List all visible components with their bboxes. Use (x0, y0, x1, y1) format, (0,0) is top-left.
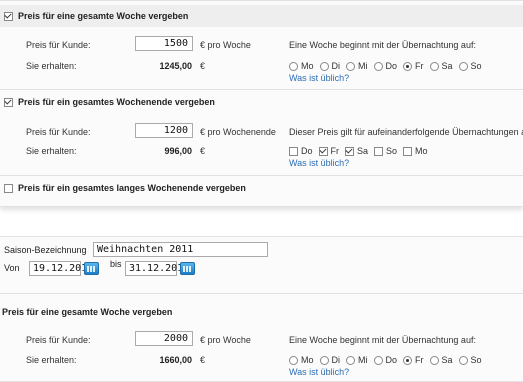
weekend-price-header[interactable]: Preis für ein gesamtes Wochenende vergeb… (0, 91, 523, 113)
checkbox-icon[interactable] (289, 146, 298, 156)
season-week-day-sa[interactable]: Sa (429, 355, 453, 365)
long-weekend-price-header[interactable]: Preis für ein gesamtes langes Wochenende… (0, 177, 523, 199)
radio-icon[interactable] (373, 355, 383, 365)
season-week-price-input[interactable]: 2000 (135, 331, 193, 346)
season-week-price-label: Preis für Kunde: (26, 335, 91, 345)
week-price-input[interactable]: 1500 (135, 36, 193, 51)
week-start-day-radios: Mo Di Mi Do Fr Sa So (289, 61, 488, 71)
radio-selected-icon[interactable] (403, 61, 413, 71)
section-divider (0, 89, 523, 90)
radio-icon[interactable] (373, 61, 383, 71)
weekend-receive-label: Sie erhalten: (26, 146, 77, 156)
radio-icon[interactable] (289, 61, 298, 71)
season-to-label: bis (110, 259, 122, 269)
weekend-receive-unit: € (200, 146, 206, 156)
week-receive-label: Sie erhalten: (26, 61, 77, 71)
long-weekend-price-title: Preis für ein gesamtes langes Wochenende… (18, 183, 246, 193)
weekend-hint-link[interactable]: Was ist üblich? (289, 158, 349, 168)
week-day-mo[interactable]: Mo (289, 61, 314, 71)
season-to-input[interactable]: 31.12.2011 (125, 261, 189, 276)
season-week-day-di[interactable]: Di (319, 355, 340, 365)
season-week-day-do[interactable]: Do (373, 355, 397, 365)
weekend-day-sa[interactable]: Sa (345, 146, 368, 156)
price-options-card: Preis für eine gesamte Woche vergeben Pr… (0, 0, 523, 207)
season-name-input[interactable]: Weihnachten 2011 (93, 242, 268, 257)
radio-icon[interactable] (346, 61, 356, 71)
season-week-day-mo[interactable]: Mo (289, 355, 314, 365)
season-week-day-fr[interactable]: Fr (403, 355, 424, 365)
season-week-receive-label: Sie erhalten: (26, 355, 77, 365)
season-from-input[interactable]: 19.12.2011 (29, 261, 93, 276)
week-receive-unit: € (200, 61, 206, 71)
season-week-price-title: Preis für eine gesamte Woche vergeben (2, 307, 173, 317)
week-price-header[interactable]: Preis für eine gesamte Woche vergeben (0, 5, 523, 27)
week-day-di[interactable]: Di (319, 61, 340, 71)
weekend-receive-value: 996,00 (164, 146, 192, 156)
radio-icon[interactable] (458, 61, 468, 71)
weekend-note: Dieser Preis gilt für aufeinanderfolgend… (289, 127, 523, 137)
radio-icon[interactable] (429, 355, 439, 365)
week-day-sa[interactable]: Sa (429, 61, 453, 71)
season-week-day-mi[interactable]: Mi (346, 355, 368, 365)
season-week-receive-value: 1660,00 (159, 355, 192, 365)
week-price-unit: € pro Woche (200, 40, 251, 50)
season-from-label: Von (4, 263, 20, 273)
week-hint-link[interactable]: Was ist üblich? (289, 73, 349, 83)
season-week-price-header: Preis für eine gesamte Woche vergeben (2, 301, 523, 323)
week-start-note: Eine Woche beginnt mit der Übernachtung … (289, 40, 476, 50)
section-divider (0, 175, 523, 176)
checkbox-icon[interactable] (403, 146, 413, 156)
weekend-day-checkboxes: Do Fr Sa So Mo (289, 146, 434, 156)
week-day-so[interactable]: So (458, 61, 482, 71)
season-week-hint-link[interactable]: Was ist üblich? (289, 367, 349, 377)
season-week-receive-unit: € (200, 355, 206, 365)
season-name-label: Saison-Bezeichnung (4, 245, 87, 255)
season-card: Saison-Bezeichnung Weihnachten 2011 Von … (0, 236, 523, 382)
radio-icon[interactable] (289, 355, 298, 365)
week-day-mi[interactable]: Mi (346, 61, 368, 71)
checkbox-checked-icon[interactable] (318, 146, 328, 156)
season-week-day-so[interactable]: So (458, 355, 482, 365)
checkbox-checked-icon[interactable] (345, 146, 355, 156)
season-week-start-note: Eine Woche beginnt mit der Übernachtung … (289, 335, 476, 345)
week-day-fr[interactable]: Fr (403, 61, 424, 71)
calendar-icon[interactable] (84, 262, 99, 275)
weekend-day-fr[interactable]: Fr (318, 146, 339, 156)
week-day-do[interactable]: Do (373, 61, 397, 71)
weekend-price-unit: € pro Wochenende (200, 127, 276, 137)
radio-icon[interactable] (458, 355, 468, 365)
week-price-label: Preis für Kunde: (26, 40, 91, 50)
weekend-day-so[interactable]: So (374, 146, 397, 156)
season-week-start-day-radios: Mo Di Mi Do Fr Sa So (289, 355, 488, 365)
section-divider (0, 293, 523, 294)
season-week-price-unit: € pro Woche (200, 335, 251, 345)
weekend-price-input[interactable]: 1200 (135, 123, 193, 138)
weekend-day-mo[interactable]: Mo (403, 146, 428, 156)
weekend-price-title: Preis für ein gesamtes Wochenende vergeb… (18, 97, 215, 107)
radio-selected-icon[interactable] (403, 355, 413, 365)
long-weekend-price-checkbox[interactable] (4, 183, 13, 193)
weekend-price-checkbox[interactable] (4, 97, 13, 107)
radio-icon[interactable] (319, 61, 329, 71)
checkbox-icon[interactable] (374, 146, 384, 156)
calendar-icon[interactable] (180, 262, 195, 275)
week-price-checkbox[interactable] (4, 11, 13, 21)
weekend-day-do[interactable]: Do (289, 146, 313, 156)
radio-icon[interactable] (346, 355, 356, 365)
week-receive-value: 1245,00 (159, 61, 192, 71)
week-price-title: Preis für eine gesamte Woche vergeben (18, 11, 189, 21)
weekend-price-label: Preis für Kunde: (26, 127, 91, 137)
radio-icon[interactable] (429, 61, 439, 71)
radio-icon[interactable] (319, 355, 329, 365)
